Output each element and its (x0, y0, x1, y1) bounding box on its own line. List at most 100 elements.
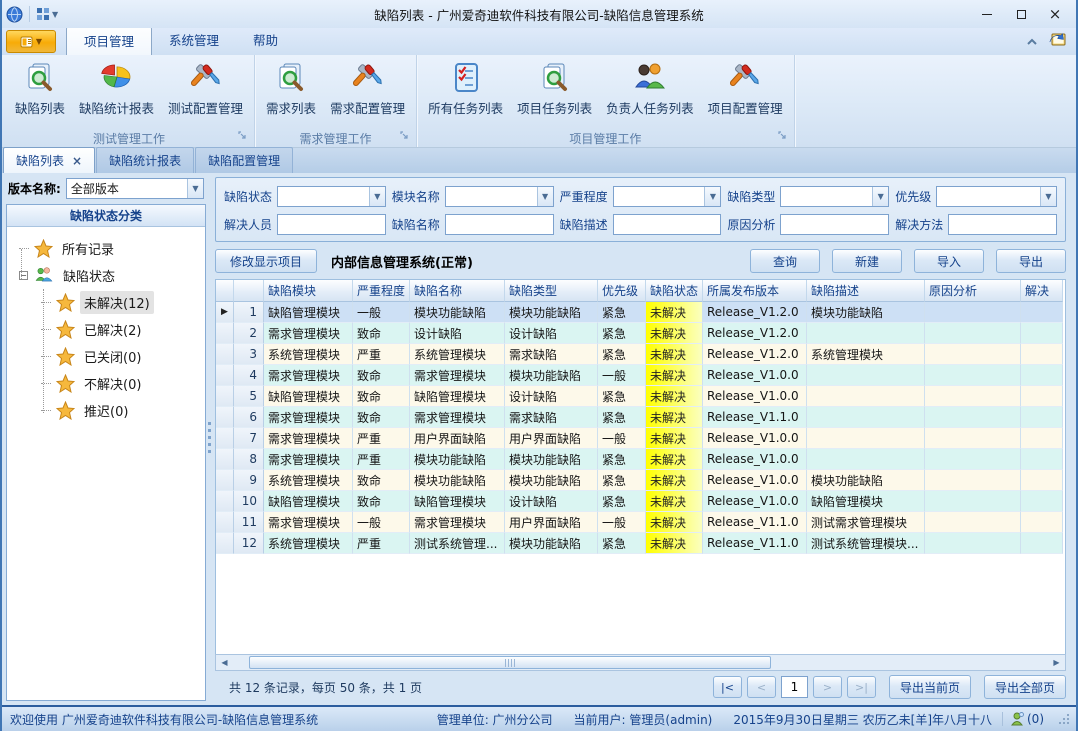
table-row[interactable]: 7需求管理模块严重用户界面缺陷用户界面缺陷一般未解决Release_V1.0.0 (216, 428, 1065, 449)
maximize-button[interactable] (1004, 3, 1038, 25)
scrollbar-thumb[interactable] (249, 656, 771, 669)
ribbon-button-test-config-mgmt[interactable]: 测试配置管理 (161, 57, 250, 119)
column-header-cause[interactable]: 原因分析 (925, 280, 1021, 302)
ribbon-button-requirement-config-mgmt[interactable]: 需求配置管理 (323, 57, 412, 119)
dialog-launcher-icon[interactable] (238, 130, 248, 144)
table-row[interactable]: 2需求管理模块致命设计缺陷设计缺陷紧急未解决Release_V1.2.0 (216, 323, 1065, 344)
cell-defect-name: 模块功能缺陷 (410, 449, 505, 470)
table-row[interactable]: ▶1缺陷管理模块一般模块功能缺陷模块功能缺陷紧急未解决Release_V1.2.… (216, 302, 1065, 323)
page-number-input[interactable] (781, 676, 808, 698)
checklist-icon (449, 61, 483, 95)
ribbon-button-project-task-list[interactable]: 项目任务列表 (510, 57, 599, 119)
row-number: 3 (234, 344, 264, 365)
tree-item-resolved[interactable]: 已解决(2) (11, 316, 201, 343)
first-page-button[interactable]: |< (713, 676, 742, 698)
column-header-status[interactable]: 缺陷状态 (646, 280, 703, 302)
column-header-description[interactable]: 缺陷描述 (807, 280, 925, 302)
doc-tab-defect-config-mgmt[interactable]: 缺陷配置管理 (195, 147, 293, 173)
tree-item-defect-status[interactable]: −缺陷状态 (11, 262, 201, 289)
dialog-launcher-icon[interactable] (400, 130, 410, 144)
table-row[interactable]: 4需求管理模块致命需求管理模块模块功能缺陷一般未解决Release_V1.0.0 (216, 365, 1065, 386)
prev-page-button[interactable]: < (747, 676, 776, 698)
ribbon-button-requirement-list[interactable]: 需求列表 (259, 57, 323, 119)
column-header-solution[interactable]: 解决 (1021, 280, 1063, 302)
table-row[interactable]: 6需求管理模块致命需求管理模块需求缺陷紧急未解决Release_V1.1.0 (216, 407, 1065, 428)
filter-input-resolver[interactable] (277, 214, 386, 235)
filter-select-defect-status[interactable]: ▼ (277, 186, 386, 207)
export-current-page-button[interactable]: 导出当前页 (889, 675, 971, 699)
query-button[interactable]: 查询 (750, 249, 820, 273)
filter-select-module-name[interactable]: ▼ (445, 186, 554, 207)
column-header-module[interactable]: 缺陷模块 (264, 280, 353, 302)
filter-label-priority: 优先级 (895, 188, 931, 205)
scroll-left-icon[interactable]: ◀ (216, 658, 233, 667)
export-all-pages-button[interactable]: 导出全部页 (984, 675, 1066, 699)
filter-input-defect-desc[interactable] (613, 214, 722, 235)
scroll-right-icon[interactable]: ▶ (1048, 658, 1065, 667)
column-header-defect-name[interactable]: 缺陷名称 (410, 280, 505, 302)
close-button[interactable]: × (1038, 3, 1072, 25)
scrollbar-track[interactable] (233, 655, 1048, 670)
filter-input-cause-analysis[interactable] (780, 214, 889, 235)
import-button[interactable]: 导入 (914, 249, 984, 273)
cell-defect-type: 设计缺陷 (505, 323, 598, 344)
collapse-ribbon-icon[interactable] (1025, 36, 1039, 50)
sidebar-splitter[interactable] (206, 173, 213, 705)
tree-item-closed[interactable]: 已关闭(0) (11, 343, 201, 370)
modify-columns-button[interactable]: 修改显示项目 (215, 249, 317, 273)
create-button[interactable]: 新建 (832, 249, 902, 273)
ribbon-tab-project-mgmt[interactable]: 项目管理 (66, 26, 152, 55)
version-select[interactable]: 全部版本 ▼ (66, 178, 204, 199)
ribbon-button-defect-list[interactable]: 缺陷列表 (8, 57, 72, 119)
quick-access-toolbar-icon[interactable] (36, 7, 50, 21)
ribbon-tab-help[interactable]: 帮助 (236, 26, 295, 55)
resize-grip-icon[interactable] (1058, 713, 1070, 728)
table-row[interactable]: 10缺陷管理模块致命缺陷管理模块设计缺陷紧急未解决Release_V1.0.0缺… (216, 491, 1065, 512)
minimize-button[interactable] (970, 3, 1004, 25)
horizontal-scrollbar[interactable]: ◀ ▶ (215, 654, 1066, 671)
filter-select-severity[interactable]: ▼ (613, 186, 722, 207)
ribbon-button-owner-task-list[interactable]: 负责人任务列表 (599, 57, 701, 119)
next-page-button[interactable]: > (813, 676, 842, 698)
filter-input-defect-name[interactable] (445, 214, 554, 235)
export-button[interactable]: 导出 (996, 249, 1066, 273)
dialog-launcher-icon[interactable] (778, 130, 788, 144)
cell-release: Release_V1.0.0 (703, 428, 807, 449)
tree-item-postponed[interactable]: 推迟(0) (11, 397, 201, 424)
tree-item-all-records[interactable]: 所有记录 (11, 235, 201, 262)
about-icon[interactable] (1049, 33, 1066, 52)
quick-access-dropdown-icon[interactable]: ▼ (52, 10, 58, 19)
table-row[interactable]: 9系统管理模块致命模块功能缺陷模块功能缺陷紧急未解决Release_V1.0.0… (216, 470, 1065, 491)
cell-status: 未解决 (646, 470, 703, 491)
filter-select-priority[interactable]: ▼ (936, 186, 1057, 207)
doc-search-icon (23, 61, 57, 95)
ribbon-tab-system-mgmt[interactable]: 系统管理 (152, 26, 236, 55)
column-header-row-number[interactable] (234, 280, 264, 302)
last-page-button[interactable]: >| (847, 676, 876, 698)
column-header-defect-type[interactable]: 缺陷类型 (505, 280, 598, 302)
column-header-priority[interactable]: 优先级 (598, 280, 646, 302)
ribbon-button-defect-stats-report[interactable]: 缺陷统计报表 (72, 57, 161, 119)
tree-item-wont-fix[interactable]: 不解决(0) (11, 370, 201, 397)
table-row[interactable]: 8需求管理模块严重模块功能缺陷模块功能缺陷紧急未解决Release_V1.0.0 (216, 449, 1065, 470)
tree-item-unresolved[interactable]: 未解决(12) (11, 289, 201, 316)
ribbon-button-all-task-list[interactable]: 所有任务列表 (421, 57, 510, 119)
column-header-release[interactable]: 所属发布版本 (703, 280, 807, 302)
cell-solution (1021, 491, 1063, 512)
table-row[interactable]: 3系统管理模块严重系统管理模块需求缺陷紧急未解决Release_V1.2.0系统… (216, 344, 1065, 365)
close-tab-icon[interactable]: × (72, 154, 82, 168)
table-row[interactable]: 5缺陷管理模块致命缺陷管理模块设计缺陷紧急未解决Release_V1.0.0 (216, 386, 1065, 407)
ribbon-button-project-config-mgmt[interactable]: 项目配置管理 (701, 57, 790, 119)
column-header-severity[interactable]: 严重程度 (353, 280, 410, 302)
filter-input-solution[interactable] (948, 214, 1057, 235)
table-row[interactable]: 12系统管理模块严重测试系统管理...模块功能缺陷紧急未解决Release_V1… (216, 533, 1065, 554)
filter-select-defect-type[interactable]: ▼ (780, 186, 889, 207)
messages-indicator[interactable]: (0) (1002, 712, 1052, 726)
cell-status: 未解决 (646, 491, 703, 512)
table-row[interactable]: 11需求管理模块一般需求管理模块用户界面缺陷一般未解决Release_V1.1.… (216, 512, 1065, 533)
doc-tab-defect-stats-report[interactable]: 缺陷统计报表 (96, 147, 194, 173)
filter-label-cause-analysis: 原因分析 (727, 216, 775, 233)
column-header-row-indicator[interactable] (216, 280, 234, 302)
application-menu-button[interactable]: ▼ (6, 30, 56, 53)
doc-tab-defect-list[interactable]: 缺陷列表× (3, 147, 95, 173)
